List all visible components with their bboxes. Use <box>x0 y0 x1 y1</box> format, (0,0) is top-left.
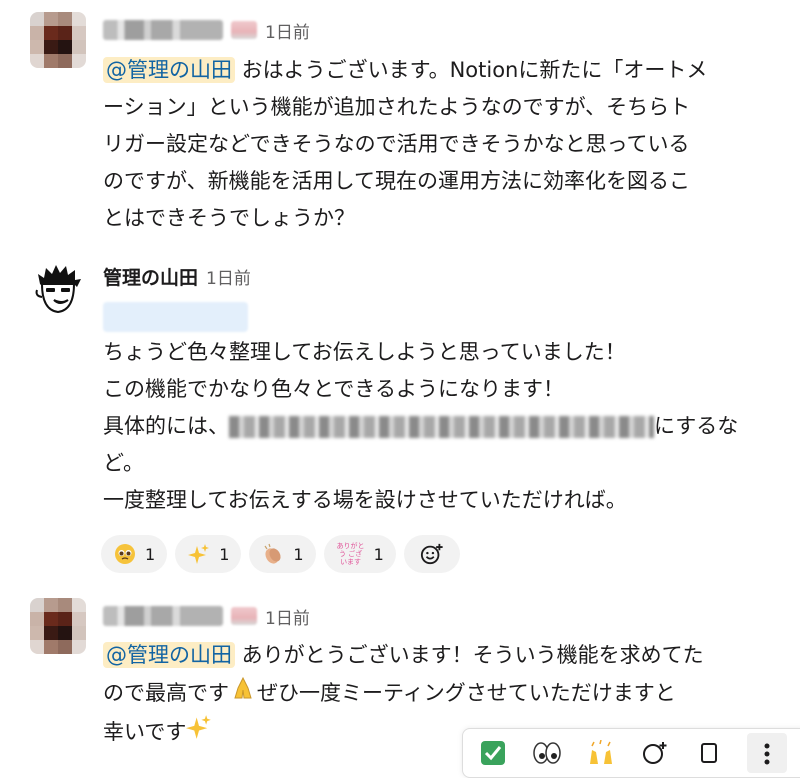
quick-reaction-raised-hands[interactable] <box>585 737 617 769</box>
reaction-arigatou[interactable]: ありがとう ございます 1 <box>323 535 396 573</box>
add-emoji-icon <box>643 742 667 764</box>
add-emoji-icon <box>420 542 444 566</box>
add-reaction-button[interactable] <box>403 535 460 573</box>
message-header: 1日前 <box>103 16 310 44</box>
reaction-sparkles[interactable]: 1 <box>175 535 242 573</box>
sender-name[interactable]: 管理の山田 <box>103 263 198 290</box>
add-reaction-button[interactable] <box>639 737 671 769</box>
quick-reaction-eyes[interactable] <box>531 737 563 769</box>
redacted-text <box>229 416 654 438</box>
quick-reaction-check[interactable] <box>477 737 509 769</box>
check-mark-icon <box>481 741 505 765</box>
message-text: ありがとうございます！そういう機能を求めてた <box>235 643 704 667</box>
message-text: この機能でかなり色々とできるようになります！ <box>103 377 564 401</box>
pleading-face-icon <box>113 542 137 566</box>
reactions-bar: 1 1 1 ありがとう ございます 1 <box>101 535 460 573</box>
redacted-link[interactable] <box>103 302 248 332</box>
message-text: ので最高です <box>103 681 229 705</box>
message-text: ど。 <box>103 451 144 475</box>
more-actions-button[interactable] <box>747 733 787 773</box>
sender-name[interactable] <box>103 606 223 626</box>
reaction-count: 1 <box>145 544 156 564</box>
message-text: のですが、新機能を活用して現在の運用方法に効率化を図るこ <box>103 169 690 193</box>
message-text: おはようございます。Notionに新たに「オートメ <box>235 58 708 82</box>
message-header: 管理の山田 1日前 <box>103 262 251 290</box>
raised-hands-icon <box>590 740 612 764</box>
user-mention[interactable]: @管理の山田 <box>103 642 235 668</box>
message-body: @管理の山田 おはようございます。Notionに新たに「オートメ ーション」とい… <box>103 52 793 237</box>
message-text: 幸いです <box>103 720 187 744</box>
avatar[interactable] <box>30 12 86 68</box>
message-header: 1日前 <box>103 602 310 630</box>
reaction-count: 1 <box>219 544 230 564</box>
reaction-pleading-face[interactable]: 1 <box>101 535 168 573</box>
avatar[interactable] <box>30 598 86 654</box>
bookmark-button[interactable] <box>693 737 725 769</box>
clapping-hands-icon <box>261 542 285 566</box>
message-body: ちょうど色々整理してお伝えしようと思っていました！ この機能でかなり色々とできる… <box>103 298 793 519</box>
sender-badge <box>231 607 257 625</box>
vertical-ellipsis-icon <box>764 743 770 765</box>
user-mention[interactable]: @管理の山田 <box>103 57 235 83</box>
message-text: ちょうど色々整理してお伝えしようと思っていました！ <box>103 340 626 364</box>
message-actions-toolbar <box>462 728 800 778</box>
sender-name[interactable] <box>103 20 223 40</box>
reaction-clapping-hands[interactable]: 1 <box>249 535 316 573</box>
message-text: ぜひ一度ミーティングさせていただけますと <box>257 681 676 705</box>
message-text: にするな <box>654 414 739 438</box>
message-text: ーション」という機能が追加されたようなのですが、そちらト <box>103 95 691 119</box>
timestamp[interactable]: 1日前 <box>206 264 251 289</box>
folded-hands-icon <box>229 674 257 714</box>
reaction-count: 1 <box>373 544 384 564</box>
message-text: 一度整理してお伝えする場を設けさせていただければ。 <box>103 488 627 512</box>
timestamp[interactable]: 1日前 <box>265 604 310 629</box>
sparkles-icon <box>187 542 211 566</box>
sparkles-icon <box>186 714 212 752</box>
message-text: 具体的には、 <box>103 414 229 438</box>
timestamp[interactable]: 1日前 <box>265 18 310 43</box>
bookmark-icon <box>701 743 717 763</box>
arigatou-stamp-icon: ありがとう ございます <box>336 542 365 566</box>
sender-badge <box>231 21 257 39</box>
message-text: とはできそうでしょうか？ <box>103 206 355 230</box>
avatar[interactable] <box>30 262 86 318</box>
message-text: リガー設定などできそうなので活用できそうかなと思っている <box>103 132 690 156</box>
eyes-icon <box>533 742 561 764</box>
reaction-count: 1 <box>293 544 304 564</box>
